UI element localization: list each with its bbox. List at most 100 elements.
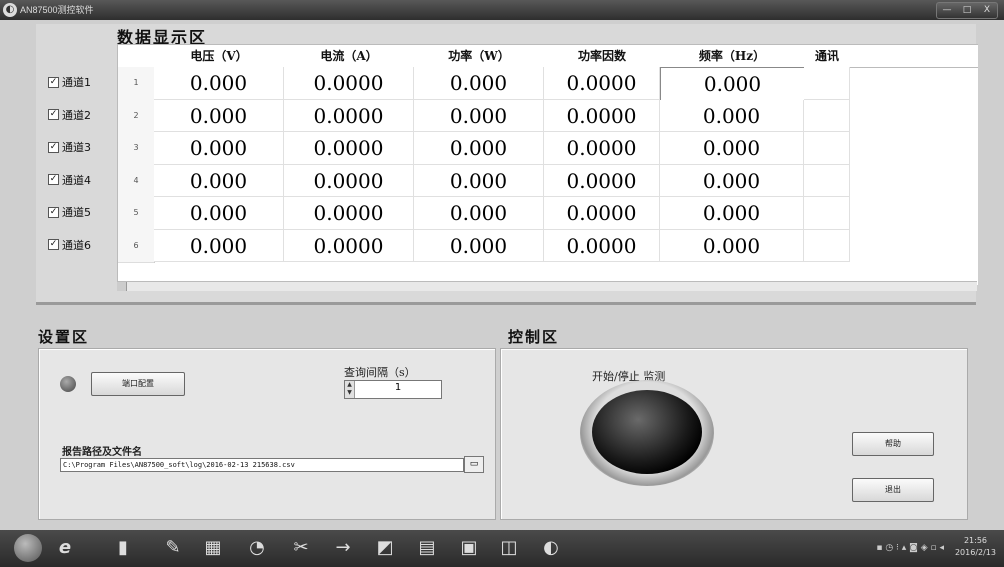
current-cell[interactable]: 0.0000 (284, 164, 414, 197)
voltage-cell[interactable]: 0.000 (154, 99, 284, 132)
voltage-cell[interactable]: 0.000 (154, 67, 284, 100)
voltage-cell[interactable]: 0.000 (154, 229, 284, 262)
checkbox-check-icon[interactable]: ✓ (48, 239, 59, 250)
media-icon[interactable]: ◔ (244, 535, 270, 561)
frequency-cell[interactable]: 0.000 (660, 67, 805, 101)
frequency-cell[interactable]: 0.000 (660, 132, 804, 165)
active-app-icon[interactable]: ◐ (538, 535, 564, 561)
frequency-cell[interactable]: 0.000 (660, 197, 804, 230)
voltage-cell[interactable]: 0.000 (154, 164, 284, 197)
checkbox-check-icon[interactable]: ✓ (48, 206, 59, 218)
report-path-field[interactable]: C:\Program Files\AN87500_soft\log\2016-0… (60, 458, 464, 472)
scrollbar-thumb[interactable] (117, 282, 127, 291)
comm-status-cell[interactable] (804, 164, 850, 197)
column-header-comm: 通讯 (804, 45, 851, 68)
taskbar-clock[interactable]: 21:56 2016/2/13 (955, 535, 996, 559)
comm-status-cell[interactable] (804, 132, 850, 165)
frequency-cell[interactable]: 0.000 (660, 99, 804, 132)
clock-date: 2016/2/13 (954, 548, 996, 557)
voltage-cell[interactable]: 0.000 (154, 132, 284, 165)
maximize-button[interactable]: □ (957, 3, 977, 18)
close-button[interactable]: X (977, 3, 997, 18)
voltage-cell[interactable]: 0.000 (154, 197, 284, 230)
title-bar: ◐ AN87500测控软件 — □ X (0, 0, 1004, 20)
image-viewer-icon[interactable]: ◩ (372, 535, 398, 561)
document-icon[interactable]: ▮ (110, 535, 136, 561)
browse-folder-icon[interactable]: ▭ (464, 456, 484, 473)
channel-label: 通道5 (62, 206, 91, 219)
power-factor-cell[interactable]: 0.0000 (544, 197, 660, 230)
column-header-empty (850, 45, 978, 68)
current-cell[interactable]: 0.0000 (284, 132, 414, 165)
channel-label: 通道6 (62, 238, 91, 252)
start-stop-button[interactable] (592, 390, 702, 474)
power-cell[interactable]: 0.000 (414, 197, 544, 230)
stepper-arrows-icon[interactable]: ▲ ▼ (345, 381, 355, 398)
checkbox-check-icon[interactable]: ✓ (48, 109, 59, 120)
frequency-cell[interactable]: 0.000 (660, 164, 804, 197)
row-header-corner (118, 45, 155, 68)
control-title: 控制区 (508, 328, 560, 346)
paint-icon[interactable]: ✎ (160, 535, 186, 561)
help-button[interactable]: 帮助 (852, 432, 934, 456)
calculator-icon[interactable]: ▦ (200, 535, 226, 561)
checkbox-check-icon[interactable]: ✓ (48, 141, 59, 153)
channel-label: 通道1 (62, 76, 91, 89)
table-horizontal-scrollbar[interactable] (117, 281, 977, 291)
current-cell[interactable]: 0.0000 (284, 197, 414, 230)
current-cell[interactable]: 0.0000 (284, 99, 414, 132)
comm-status-cell[interactable] (804, 67, 850, 100)
power-factor-cell[interactable]: 0.0000 (544, 67, 660, 100)
channel-label: 通道3 (62, 141, 91, 154)
power-cell[interactable]: 0.000 (414, 164, 544, 197)
channel-checkbox[interactable]: ✓ 通道2 (48, 104, 91, 126)
comm-status-cell[interactable] (804, 197, 850, 230)
comm-status-cell[interactable] (804, 99, 850, 132)
query-interval-stepper[interactable]: ▲ ▼ 1 (344, 380, 442, 399)
power-cell[interactable]: 0.000 (414, 229, 544, 262)
start-button[interactable] (14, 534, 42, 562)
channel-checkbox[interactable]: ✓ 通道1 (48, 71, 91, 93)
power-cell[interactable]: 0.000 (414, 99, 544, 132)
power-factor-cell[interactable]: 0.0000 (544, 132, 660, 165)
checkbox-check-icon[interactable]: ✓ (48, 174, 59, 185)
exit-button[interactable]: 退出 (852, 478, 934, 502)
channel-checkbox[interactable]: ✓ 通道3 (48, 136, 91, 158)
power-factor-cell[interactable]: 0.0000 (544, 99, 660, 132)
column-header-current: 电流（A） (284, 45, 415, 68)
current-cell[interactable]: 0.0000 (284, 67, 414, 100)
folder-icon[interactable]: ▣ (456, 535, 482, 561)
app-window-icon[interactable]: ◫ (496, 535, 522, 561)
frequency-cell[interactable]: 0.000 (660, 229, 804, 262)
data-table: 电压（V） 电流（A） 功率（W） 功率因数 频率（Hz） 通讯 1 0.000 0… (117, 44, 978, 285)
port-config-button[interactable]: 端口配置 (91, 372, 185, 396)
window-controls: — □ X (936, 2, 998, 19)
minimize-button[interactable]: — (937, 3, 957, 18)
comm-status-cell[interactable] (804, 229, 850, 262)
row-number: 3 (118, 132, 155, 166)
taskbar: e ▮ ✎ ▦ ◔ ✂ → ◩ ▤ ▣ ◫ ◐ ▪ ◷ ⁝ ▴ ◙ ◈ ▫ ◂ … (0, 530, 1004, 567)
query-interval-value[interactable]: 1 (355, 382, 441, 393)
explorer-icon[interactable]: ▤ (414, 535, 440, 561)
current-cell[interactable]: 0.0000 (284, 229, 414, 262)
row-number: 1 (118, 67, 155, 101)
row-number: 2 (118, 99, 155, 133)
power-cell[interactable]: 0.000 (414, 67, 544, 100)
window-title: AN87500测控软件 (20, 5, 94, 15)
port-status-led-icon (60, 376, 76, 392)
system-tray[interactable]: ▪ ◷ ⁝ ▴ ◙ ◈ ▫ ◂ (876, 543, 944, 553)
power-factor-cell[interactable]: 0.0000 (544, 164, 660, 197)
checkbox-check-icon[interactable]: ✓ (48, 76, 59, 88)
channel-checkbox[interactable]: ✓ 通道6 (48, 234, 91, 256)
ie-browser-icon[interactable]: e (52, 535, 78, 561)
app-icon: ◐ (3, 3, 17, 17)
arrow-icon[interactable]: → (330, 535, 356, 561)
channel-checkbox[interactable]: ✓ 通道4 (48, 169, 91, 191)
channel-label: 通道4 (62, 173, 91, 187)
tools-icon[interactable]: ✂ (288, 535, 314, 561)
query-interval-label: 查询间隔（s） (344, 366, 416, 379)
power-cell[interactable]: 0.000 (414, 132, 544, 165)
power-factor-cell[interactable]: 0.0000 (544, 229, 660, 262)
column-header-voltage: 电压（V） (154, 45, 285, 68)
channel-checkbox[interactable]: ✓ 通道5 (48, 201, 91, 223)
